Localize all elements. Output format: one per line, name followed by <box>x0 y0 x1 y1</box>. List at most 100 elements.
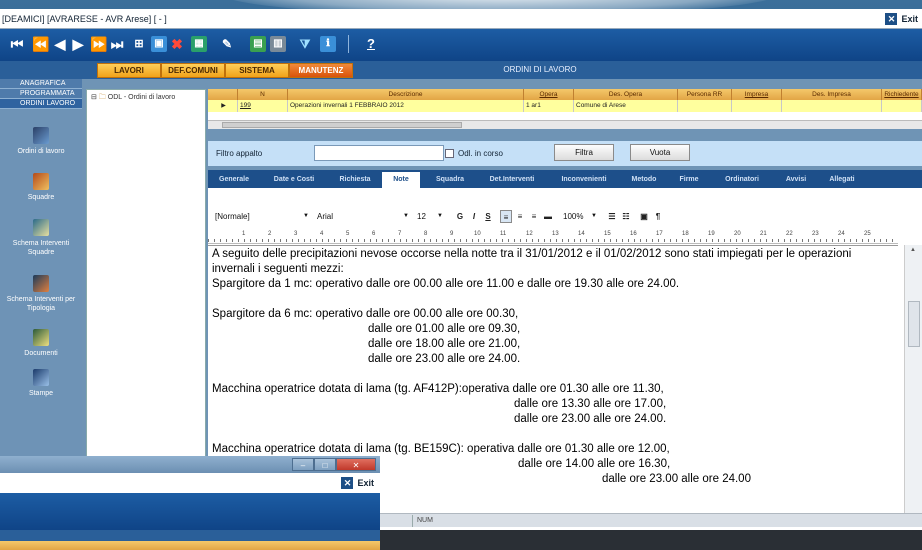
scrollbar-thumb[interactable] <box>908 301 920 347</box>
filter-icon[interactable]: ⧩ <box>298 35 312 53</box>
tree-node-label: ODL - Ordini di lavoro <box>107 94 176 101</box>
size-select[interactable]: 12 ▼ <box>414 209 446 224</box>
menu-sistema[interactable]: SISTEMA <box>225 63 289 78</box>
grid-col-descrizione[interactable]: Descrizione <box>288 89 524 100</box>
tab-ordinatori[interactable]: Ordinatori <box>712 172 772 188</box>
tab-metodo[interactable]: Metodo <box>622 172 666 188</box>
zoom-select[interactable]: 100% ▼ <box>560 209 600 224</box>
odl-in-corso-checkbox[interactable] <box>445 149 454 158</box>
minimize-button[interactable]: – <box>292 458 314 471</box>
nav-item-documenti[interactable]: Documenti <box>0 329 82 358</box>
numbered-list-icon[interactable]: ☷ <box>620 210 632 223</box>
nav-tab-programmata[interactable]: PROGRAMMATA <box>0 89 82 99</box>
nav-item-label: Documenti <box>24 350 58 357</box>
cell-des-opera[interactable]: Comune di Arese <box>574 100 678 112</box>
filter-input[interactable] <box>314 145 444 161</box>
grid-col-richiedente[interactable]: Richiedente <box>882 89 922 100</box>
table-row[interactable]: ▶ 199 Operazioni invernali 1 FEBBRAIO 20… <box>208 100 922 112</box>
nav-item-stampe[interactable]: Stampe <box>0 369 82 398</box>
bold-button[interactable]: G <box>454 210 466 223</box>
cell-persona-rr[interactable] <box>678 100 732 112</box>
prev-page-icon[interactable]: ⏪ <box>32 35 49 53</box>
grid-col-des-opera[interactable]: Des. Opera <box>574 89 678 100</box>
info-icon[interactable]: ℹ <box>320 36 336 52</box>
new-record-icon[interactable]: ⊞ <box>132 35 146 53</box>
grid-col-opera[interactable]: Opera <box>524 89 574 100</box>
ruler-number: 14 <box>578 231 585 237</box>
cell-descrizione[interactable]: Operazioni invernali 1 FEBBRAIO 2012 <box>288 100 524 112</box>
note-line: invernali i seguenti mezzi: <box>212 263 344 275</box>
cell-n[interactable]: 199 <box>238 100 288 112</box>
next-record-icon[interactable]: ▶ <box>72 35 84 53</box>
menu-def-comuni[interactable]: DEF.COMUNI <box>161 63 225 78</box>
nav-item-schema-interventi-squadre[interactable]: Schema Interventi Squadre <box>0 219 82 257</box>
tab-richiesta[interactable]: Richiesta <box>328 172 382 188</box>
nav-tab-anagrafica[interactable]: ANAGRAFICA <box>0 79 82 89</box>
next-page-icon[interactable]: ⏩ <box>90 35 107 53</box>
image-icon[interactable]: ▣ <box>638 210 650 223</box>
navigation-toolbar: ⏮ ⏪ ◀ ▶ ⏩ ⏭ ⊞ ▣ ✖ ▦ ✎ ▤ ▥ ⧩ ℹ ? <box>0 29 922 61</box>
font-select[interactable]: Arial ▼ <box>314 209 412 224</box>
ruler-number: 21 <box>760 231 767 237</box>
tab-det-interventi[interactable]: Det.Interventi <box>480 172 544 188</box>
exit-button[interactable]: ✕ Exit <box>885 12 918 26</box>
italic-button[interactable]: I <box>468 210 480 223</box>
grid-horizontal-scrollbar[interactable] <box>208 120 922 129</box>
tree-node-odl[interactable]: ⊟ 🗀 ODL - Ordini di lavoro <box>91 93 175 104</box>
filtra-button[interactable]: Filtra <box>554 144 614 161</box>
grid-col-persona-rr[interactable]: Persona RR <box>678 89 732 100</box>
export-icon[interactable]: ▥ <box>270 36 286 52</box>
save-icon[interactable]: ▣ <box>151 36 167 52</box>
cell-impresa[interactable] <box>732 100 782 112</box>
cell-richiedente[interactable] <box>882 100 922 112</box>
last-record-icon[interactable]: ⏭ <box>110 35 124 53</box>
close-button[interactable]: ✕ <box>336 458 376 471</box>
bullet-list-icon[interactable]: ☰ <box>606 210 618 223</box>
tab-inconvenienti[interactable]: Inconvenienti <box>548 172 620 188</box>
calculator-icon[interactable]: ▦ <box>191 36 207 52</box>
nav-tab-ordini-lavoro[interactable]: ORDINI LAVORO <box>0 99 82 109</box>
cell-opera[interactable]: 1 ar1 <box>524 100 574 112</box>
nav-item-schema-interventi-tipologia[interactable]: Schema Interventi per Tipologia <box>0 275 82 313</box>
delete-icon[interactable]: ✖ <box>170 35 184 53</box>
editor-vertical-scrollbar[interactable]: ▲ <box>904 245 922 513</box>
tab-date-costi[interactable]: Date e Costi <box>264 172 324 188</box>
maximize-button[interactable]: □ <box>314 458 336 471</box>
style-select[interactable]: [Normale] ▼ <box>212 209 312 224</box>
justify-icon[interactable]: ▬ <box>542 210 554 223</box>
nav-item-ordini-di-lavoro[interactable]: Ordini di lavoro <box>0 127 82 156</box>
tab-allegati[interactable]: Allegati <box>820 172 864 188</box>
underline-button[interactable]: S <box>482 210 494 223</box>
expand-icon[interactable]: ⊟ <box>91 94 97 101</box>
menu-manutenz[interactable]: MANUTENZ <box>289 63 353 78</box>
scroll-up-icon[interactable]: ▲ <box>910 247 916 253</box>
menu-lavori[interactable]: LAVORI <box>97 63 161 78</box>
nav-item-squadre[interactable]: Squadre <box>0 173 82 202</box>
tab-firme[interactable]: Firme <box>670 172 708 188</box>
tools-icon[interactable]: ✎ <box>220 35 234 53</box>
tab-note[interactable]: Note <box>382 172 420 188</box>
align-center-icon[interactable]: ≡ <box>514 210 526 223</box>
cell-des-impresa[interactable] <box>782 100 882 112</box>
note-line: dalle ore 23.00 alle ore 24.00 <box>602 473 751 485</box>
tab-generale[interactable]: Generale <box>208 172 260 188</box>
print-preview-icon[interactable]: ▤ <box>250 36 266 52</box>
grid-col-des-impresa[interactable]: Des. Impresa <box>782 89 882 100</box>
size-value: 12 <box>417 212 426 221</box>
first-record-icon[interactable]: ⏮ <box>10 35 24 53</box>
zoom-value: 100% <box>563 212 584 221</box>
vuota-button[interactable]: Vuota <box>630 144 690 161</box>
taskbar <box>380 530 922 550</box>
align-left-icon[interactable]: ≡ <box>500 210 512 223</box>
tab-squadra[interactable]: Squadra <box>424 172 476 188</box>
paragraph-icon[interactable]: ¶ <box>652 210 664 223</box>
prev-record-icon[interactable]: ◀ <box>54 35 66 53</box>
help-button[interactable]: ? <box>366 35 376 53</box>
align-right-icon[interactable]: ≡ <box>528 210 540 223</box>
grid-col-impresa[interactable]: Impresa <box>732 89 782 100</box>
scrollbar-thumb[interactable] <box>222 122 462 128</box>
filter-label: Filtro appalto <box>216 149 263 158</box>
background-exit-button[interactable]: ✕ Exit <box>341 477 374 489</box>
grid-col-n[interactable]: N <box>238 89 288 100</box>
tab-avvisi[interactable]: Avvisi <box>776 172 816 188</box>
